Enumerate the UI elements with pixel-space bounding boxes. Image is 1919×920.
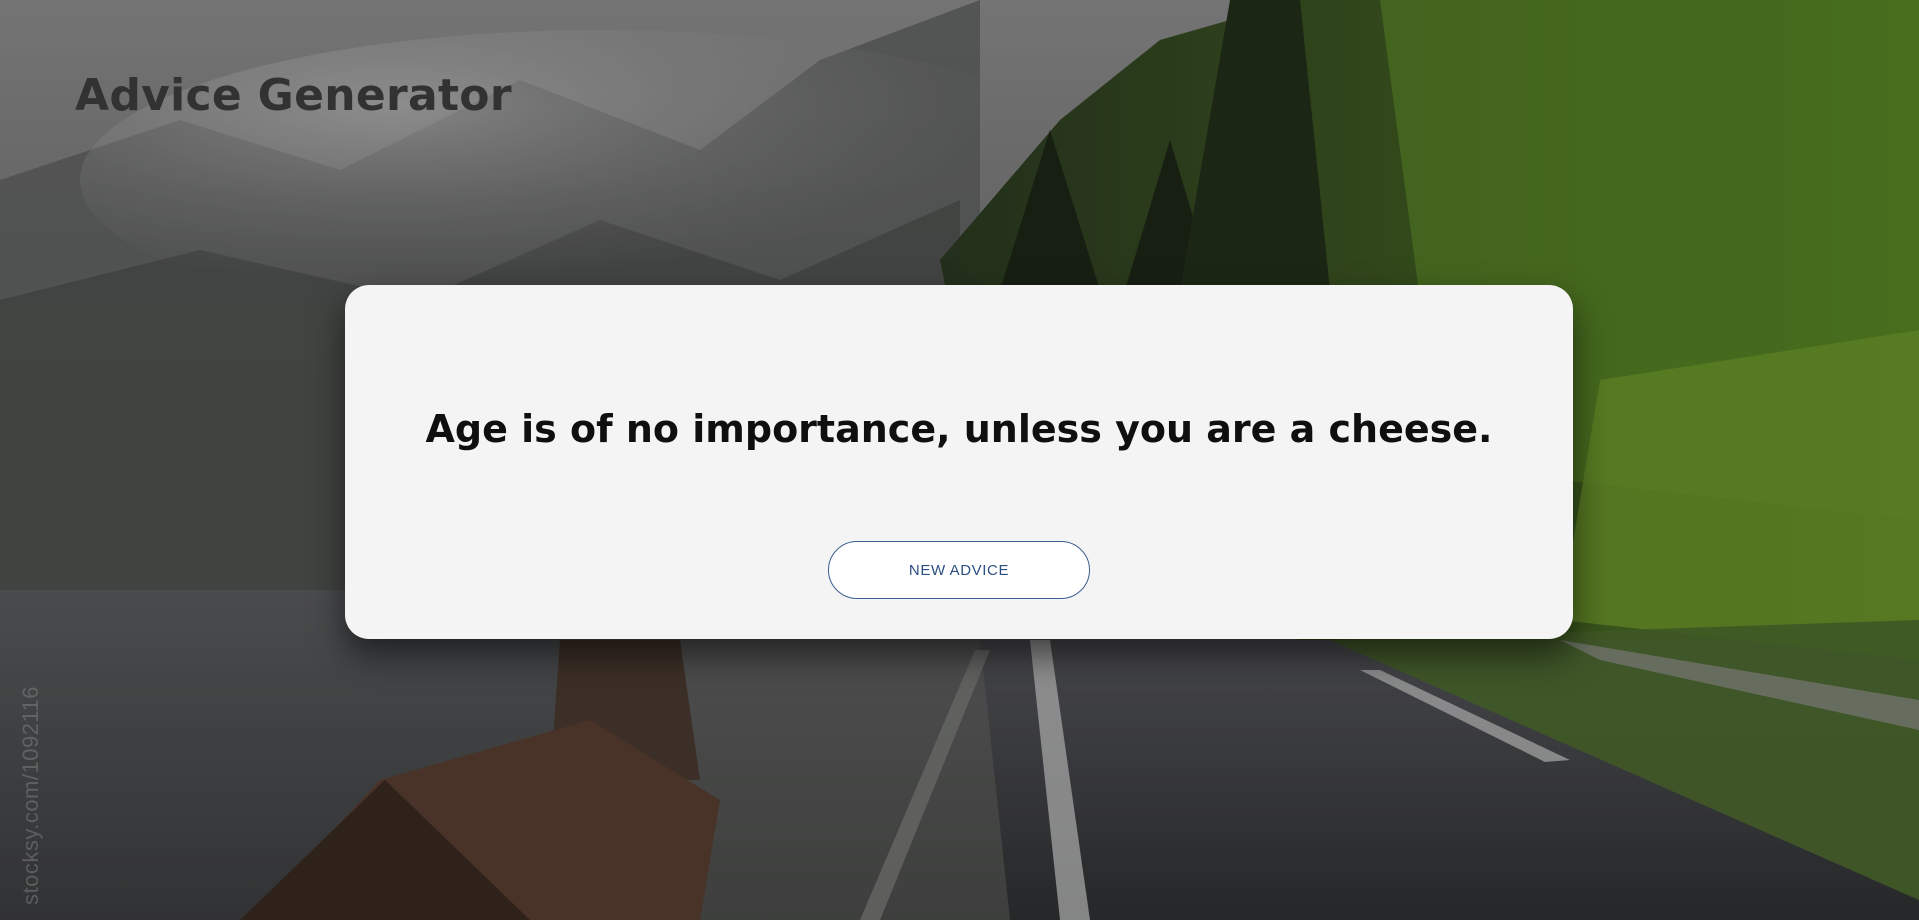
advice-text: Age is of no importance, unless you are … xyxy=(425,407,1493,451)
new-advice-button[interactable]: NEW ADVICE xyxy=(828,541,1090,599)
advice-card: Age is of no importance, unless you are … xyxy=(345,285,1573,639)
watermark-text: stocksy.com/1092116 xyxy=(18,685,43,905)
page-title: Advice Generator xyxy=(75,70,512,121)
